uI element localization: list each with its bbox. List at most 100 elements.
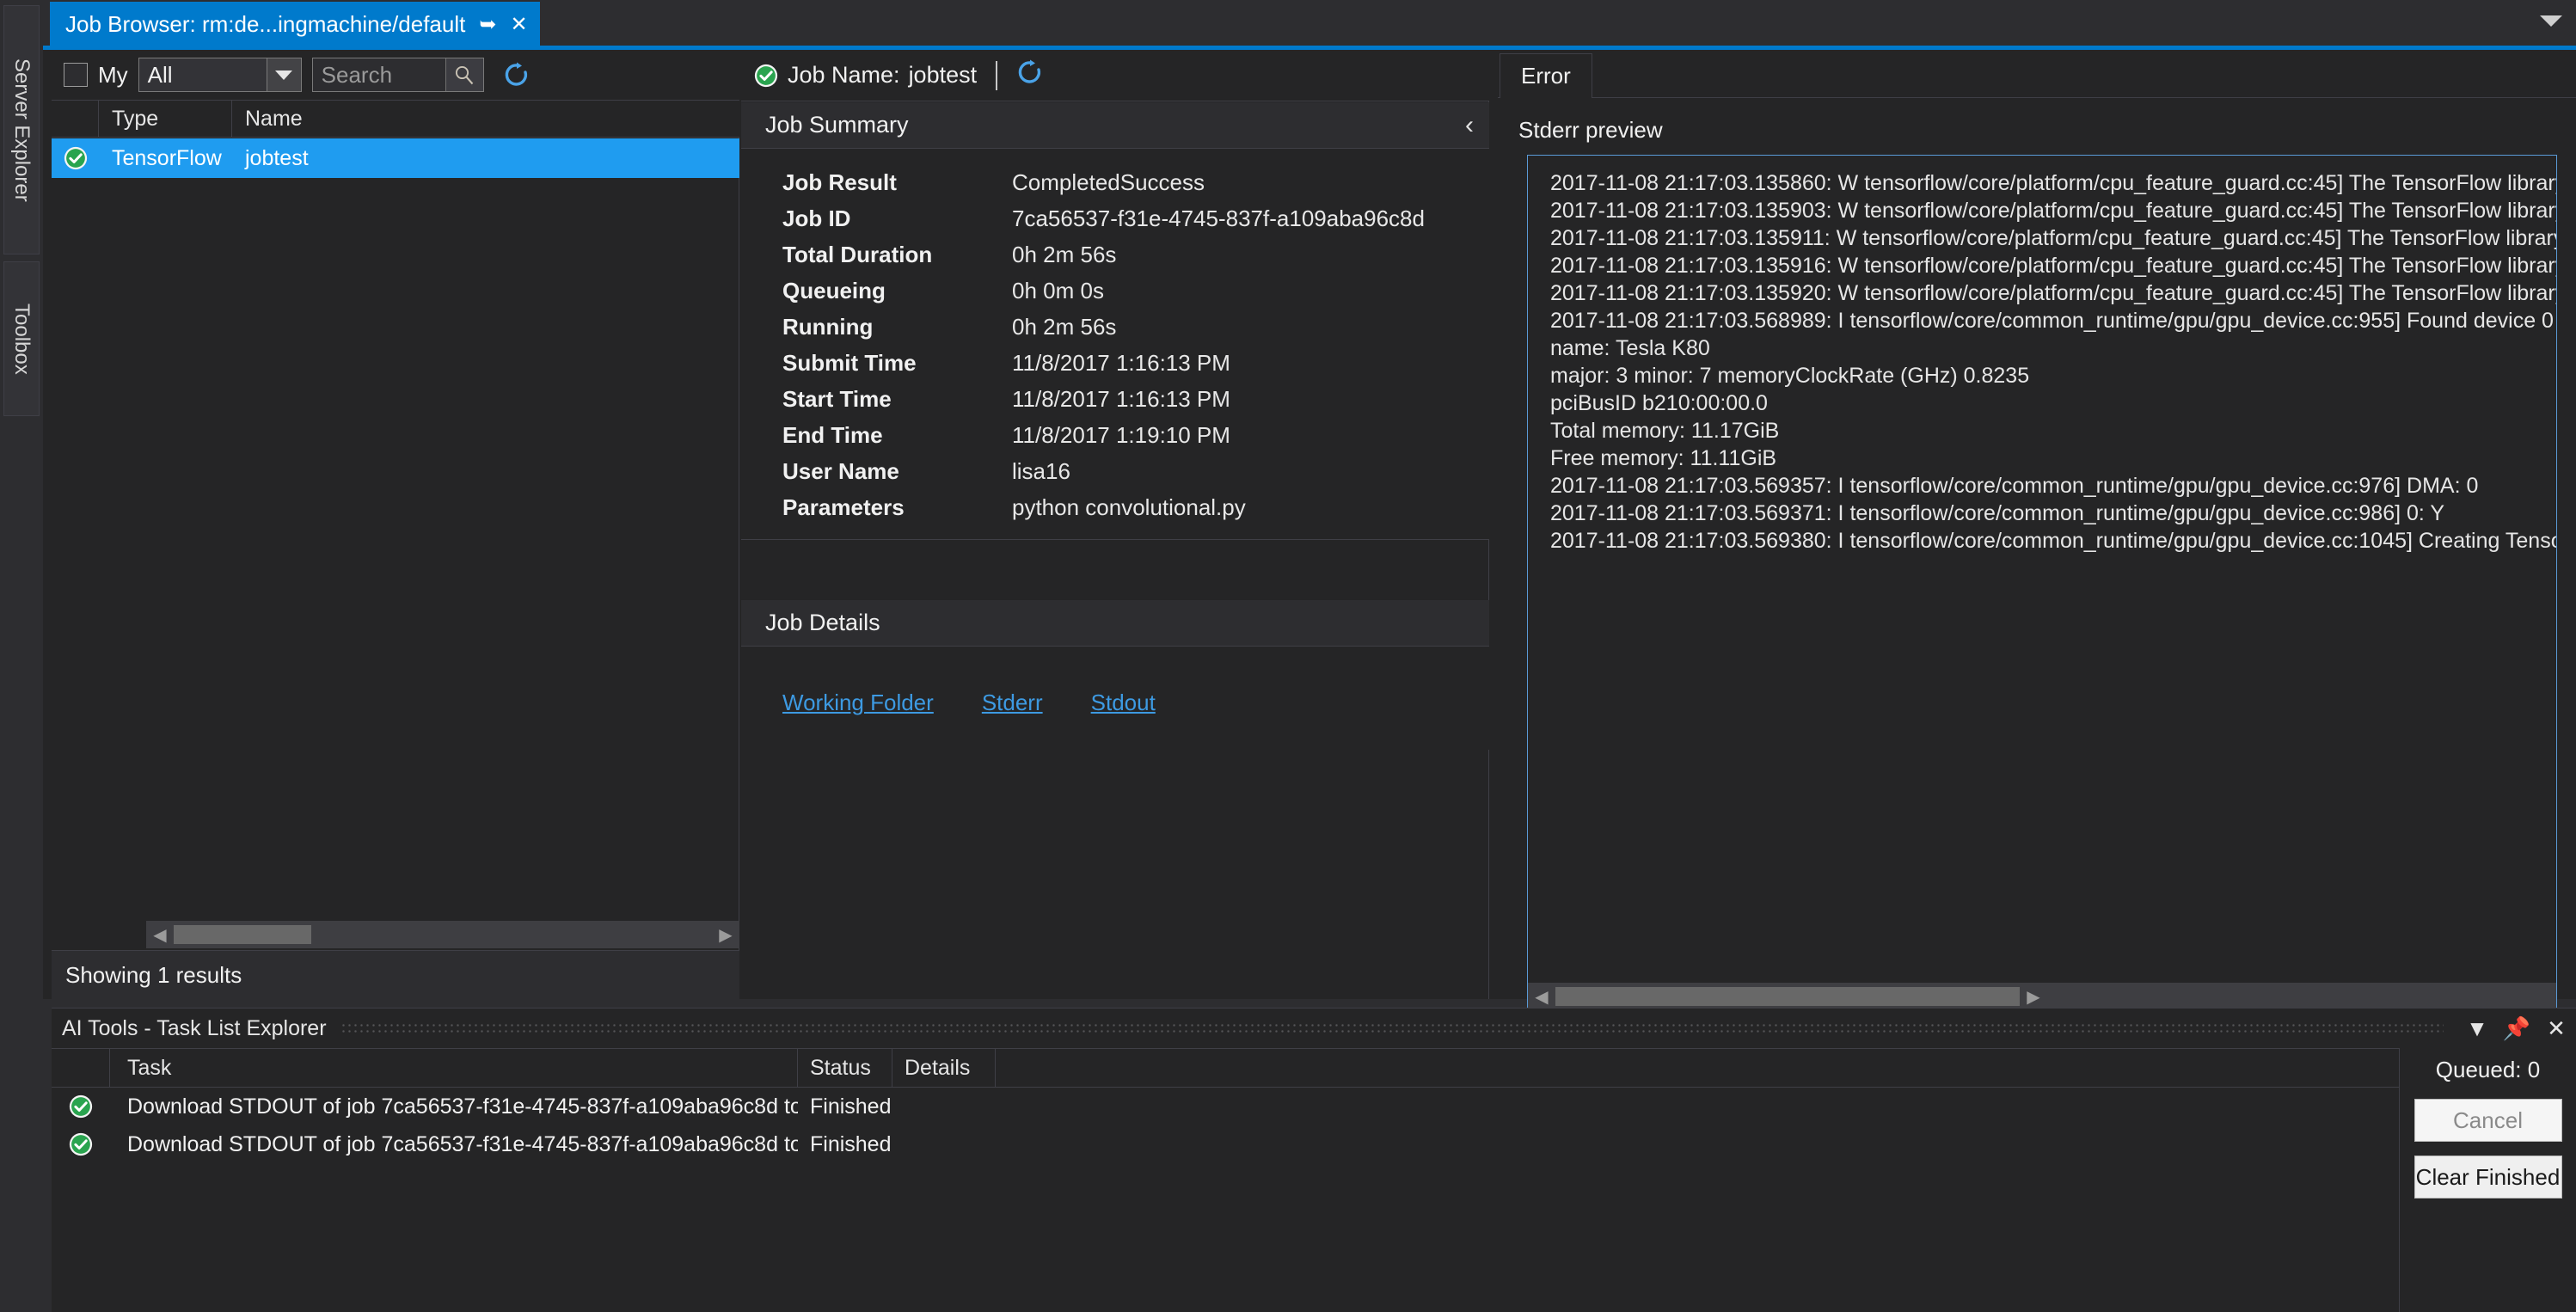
task-list-explorer-title: AI Tools - Task List Explorer <box>62 1016 327 1041</box>
pin-icon[interactable]: ➥ <box>479 15 496 35</box>
close-icon[interactable]: ✕ <box>510 15 527 35</box>
task-list-header: Task Status Details <box>52 1048 2399 1088</box>
cancel-button[interactable]: Cancel <box>2414 1099 2562 1142</box>
refresh-icon <box>1016 58 1044 86</box>
task-description: Download STDOUT of job 7ca56537-f31e-474… <box>110 1094 798 1119</box>
stderr-line: 2017-11-08 21:17:03.569357: I tensorflow… <box>1550 472 2556 500</box>
stderr-line: Free memory: 11.11GiB <box>1550 444 2556 472</box>
my-jobs-label: My <box>98 62 128 89</box>
job-list-header: Type Name <box>52 100 739 138</box>
scroll-right-icon[interactable]: ▶ <box>2020 986 2047 1008</box>
stderr-line: 2017-11-08 21:17:03.568989: I tensorflow… <box>1550 307 2556 334</box>
success-check-glyph <box>753 63 779 89</box>
refresh-button[interactable] <box>1016 58 1044 92</box>
summary-field-row: Submit Time 11/8/2017 1:16:13 PM <box>741 345 1489 381</box>
job-summary-panel: Job Name: jobtest Job Summary ‹ Job Resu… <box>741 50 1489 999</box>
search-icon[interactable] <box>445 58 483 91</box>
summary-field-key: Parameters <box>741 494 1012 521</box>
job-list-horizontal-scrollbar[interactable]: ◀ ▶ <box>146 921 739 948</box>
section-divider <box>741 539 1489 540</box>
job-type-filter-dropdown[interactable]: All <box>138 58 302 92</box>
job-browser-toolbar: My All Search <box>52 50 739 100</box>
toolbar-separator <box>996 61 997 90</box>
my-jobs-checkbox[interactable] <box>64 63 88 87</box>
chevron-down-icon[interactable] <box>2540 15 2562 27</box>
task-row[interactable]: Download STDOUT of job 7ca56537-f31e-474… <box>52 1125 2399 1163</box>
document-tab-title: Job Browser: rm:de...ingmachine/default <box>65 11 465 38</box>
vertical-tab-label: Server Explorer <box>9 50 34 211</box>
summary-field-value: 7ca56537-f31e-4745-837f-a109aba96c8d <box>1012 205 1425 232</box>
document-tab-job-browser[interactable]: Job Browser: rm:de...ingmachine/default … <box>50 2 540 47</box>
job-list-row[interactable]: TensorFlow jobtest <box>52 138 739 178</box>
stderr-horizontal-scrollbar[interactable]: ◀ ▶ <box>1528 983 2556 1010</box>
summary-field-row: Queueing 0h 0m 0s <box>741 273 1489 309</box>
vertical-tab-toolbox[interactable]: Toolbox <box>3 261 40 416</box>
stderr-preview-box[interactable]: 2017-11-08 21:17:03.135860: W tensorflow… <box>1527 155 2557 1011</box>
vertical-tab-server-explorer[interactable]: Server Explorer <box>3 5 40 254</box>
stderr-line: pciBusID b210:00:00.0 <box>1550 389 2556 417</box>
stdout-link[interactable]: Stdout <box>1091 690 1156 750</box>
task-column-status[interactable]: Status <box>798 1048 892 1088</box>
summary-field-key: Queueing <box>741 278 1012 304</box>
job-list-column-icon <box>52 100 99 138</box>
pin-icon[interactable]: 📌 <box>2497 1011 2536 1045</box>
stderr-line: 2017-11-08 21:17:03.135903: W tensorflow… <box>1550 197 2556 224</box>
summary-field-value: lisa16 <box>1012 458 1070 485</box>
task-column-icon <box>52 1048 110 1088</box>
scrollbar-thumb[interactable] <box>1555 987 2020 1006</box>
job-details-section: Job Details Working Folder Stderr Stdout <box>741 600 1489 750</box>
chevron-down-icon[interactable] <box>267 58 301 91</box>
summary-field-key: End Time <box>741 422 1012 449</box>
error-tab-strip: Error <box>1498 53 2576 98</box>
scroll-left-icon[interactable]: ◀ <box>146 924 174 946</box>
summary-field-key: Total Duration <box>741 242 1012 268</box>
job-list-column-name[interactable]: Name <box>232 100 739 138</box>
tab-error[interactable]: Error <box>1500 53 1592 98</box>
stderr-link[interactable]: Stderr <box>982 690 1043 750</box>
job-list-column-type[interactable]: Type <box>99 100 232 138</box>
refresh-icon <box>503 61 531 89</box>
stderr-line: 2017-11-08 21:17:03.135860: W tensorflow… <box>1550 169 2556 197</box>
working-folder-link[interactable]: Working Folder <box>782 690 934 750</box>
document-tab-bar: Job Browser: rm:de...ingmachine/default … <box>43 0 2576 49</box>
job-name-label: Job Name: <box>788 62 900 89</box>
search-placeholder: Search <box>313 62 445 89</box>
job-name-bar: Job Name: jobtest <box>741 50 1489 101</box>
stderr-line: 2017-11-08 21:17:03.135911: W tensorflow… <box>1550 224 2556 252</box>
summary-field-row: Running 0h 2m 56s <box>741 309 1489 345</box>
scroll-left-icon[interactable]: ◀ <box>1528 986 1555 1008</box>
refresh-button[interactable] <box>500 58 534 92</box>
job-type-filter-value: All <box>139 62 267 89</box>
summary-field-row: Parameters python convolutional.py <box>741 489 1489 525</box>
summary-field-key: Start Time <box>741 386 1012 413</box>
task-list-explorer-panel: AI Tools - Task List Explorer ▼ 📌 ✕ Task… <box>52 1008 2576 1312</box>
stderr-line: name: Tesla K80 <box>1550 334 2556 362</box>
success-check-icon <box>753 63 779 89</box>
stderr-preview-label: Stderr preview <box>1518 117 1663 144</box>
job-list-rows: TensorFlow jobtest <box>52 138 739 972</box>
error-panel: Error Stderr preview 2017-11-08 21:17:03… <box>1491 50 2576 999</box>
task-column-task[interactable]: Task <box>110 1048 798 1088</box>
scrollbar-thumb[interactable] <box>174 925 311 944</box>
scroll-right-icon[interactable]: ▶ <box>712 924 739 946</box>
search-input[interactable]: Search <box>312 58 484 92</box>
queued-count: Queued: 0 <box>2436 1057 2540 1083</box>
summary-field-row: End Time 11/8/2017 1:19:10 PM <box>741 417 1489 453</box>
job-list-status-bar: Showing 1 results <box>52 950 739 999</box>
summary-field-value: python convolutional.py <box>1012 494 1246 521</box>
task-status: Finished <box>798 1094 892 1119</box>
success-check-glyph <box>63 145 89 171</box>
drag-grip[interactable] <box>340 1022 2444 1034</box>
job-summary-fields: Job Result CompletedSuccess Job ID 7ca56… <box>741 149 1489 539</box>
task-row[interactable]: Download STDOUT of job 7ca56537-f31e-474… <box>52 1088 2399 1125</box>
clear-finished-button[interactable]: Clear Finished <box>2414 1156 2562 1199</box>
job-browser-panel: My All Search <box>52 50 739 999</box>
summary-field-row: Total Duration 0h 2m 56s <box>741 236 1489 273</box>
summary-field-row: Start Time 11/8/2017 1:16:13 PM <box>741 381 1489 417</box>
task-column-details[interactable]: Details <box>892 1048 996 1088</box>
job-summary-header: Job Summary ‹ <box>741 102 1489 149</box>
chevron-down-icon[interactable]: ▼ <box>2457 1011 2497 1045</box>
collapse-chevron-icon[interactable]: ‹ <box>1465 111 1474 140</box>
job-summary-title: Job Summary <box>765 112 909 138</box>
close-icon[interactable]: ✕ <box>2536 1011 2576 1045</box>
